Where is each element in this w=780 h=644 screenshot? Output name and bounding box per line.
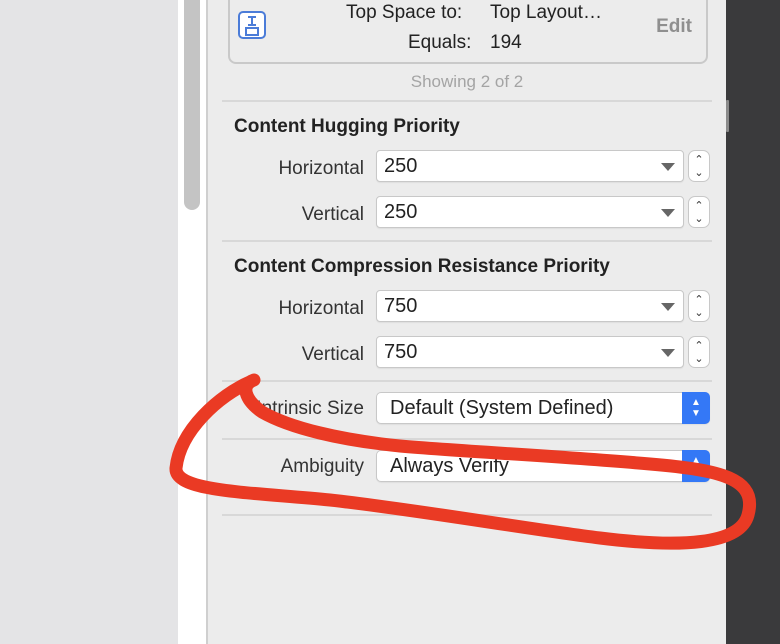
divider — [222, 438, 712, 440]
content-hugging-title: Content Hugging Priority — [234, 116, 460, 137]
hugging-vertical-label: Vertical — [301, 204, 364, 225]
compression-vertical-combo[interactable]: 750 — [376, 336, 684, 368]
top-space-value: Top Layout… — [490, 2, 602, 23]
divider — [222, 514, 712, 516]
stepper-up-icon[interactable]: ⌃ — [689, 294, 709, 306]
edit-button[interactable]: Edit — [656, 16, 692, 38]
top-space-label: Top Space to: — [346, 2, 463, 23]
constraint-item[interactable]: Top Space to: Top Layout… Equals: 194 Ed… — [228, 0, 708, 64]
navigator-pane — [0, 0, 178, 644]
intrinsic-size-label: Intrinsic Size — [256, 398, 364, 419]
stepper-down-icon[interactable]: ⌄ — [689, 167, 709, 179]
compression-vertical-value: 750 — [384, 341, 418, 363]
dropdown-caret-icon[interactable] — [661, 209, 675, 217]
hugging-vertical-combo[interactable]: 250 — [376, 196, 684, 228]
stepper-up-icon[interactable]: ⌃ — [689, 200, 709, 212]
dropdown-caret-icon[interactable] — [661, 349, 675, 357]
hugging-horizontal-stepper[interactable]: ⌃ ⌄ — [688, 150, 710, 182]
ambiguity-label: Ambiguity — [280, 456, 364, 477]
up-down-chevron-icon[interactable]: ▲ ▼ — [682, 392, 710, 424]
compression-vertical-stepper[interactable]: ⌃ ⌄ — [688, 336, 710, 368]
equals-label: Equals: — [408, 32, 472, 53]
size-inspector: Top Space to: Top Layout… Equals: 194 Ed… — [208, 0, 726, 644]
stepper-up-icon[interactable]: ⌃ — [689, 340, 709, 352]
stepper-down-icon[interactable]: ⌄ — [689, 213, 709, 225]
resize-handle[interactable] — [726, 100, 729, 132]
divider — [222, 380, 712, 382]
dropdown-caret-icon[interactable] — [661, 163, 675, 171]
ambiguity-popup[interactable]: Always Verify ▲ ▼ — [376, 450, 710, 482]
compression-horizontal-stepper[interactable]: ⌃ ⌄ — [688, 290, 710, 322]
compression-horizontal-combo[interactable]: 750 — [376, 290, 684, 322]
compression-horizontal-label: Horizontal — [278, 298, 364, 319]
scrollbar-thumb[interactable] — [184, 0, 200, 210]
hugging-vertical-stepper[interactable]: ⌃ ⌄ — [688, 196, 710, 228]
equals-value: 194 — [490, 32, 522, 53]
constraints-count: Showing 2 of 2 — [410, 72, 524, 91]
stepper-down-icon[interactable]: ⌄ — [689, 353, 709, 365]
divider — [222, 240, 712, 242]
hugging-horizontal-combo[interactable]: 250 — [376, 150, 684, 182]
divider — [222, 100, 712, 102]
dropdown-caret-icon[interactable] — [661, 303, 675, 311]
intrinsic-size-value: Default (System Defined) — [390, 397, 614, 419]
hugging-vertical-value: 250 — [384, 201, 418, 223]
ambiguity-value: Always Verify — [390, 455, 509, 477]
stepper-down-icon[interactable]: ⌄ — [689, 307, 709, 319]
compression-vertical-label: Vertical — [301, 344, 364, 365]
intrinsic-size-popup[interactable]: Default (System Defined) ▲ ▼ — [376, 392, 710, 424]
right-panel-edge — [726, 0, 780, 644]
compression-resistance-title: Content Compression Resistance Priority — [234, 256, 610, 277]
stepper-up-icon[interactable]: ⌃ — [689, 154, 709, 166]
hugging-horizontal-value: 250 — [384, 155, 418, 177]
vertical-spacing-constraint-icon — [238, 11, 266, 39]
compression-horizontal-value: 750 — [384, 295, 418, 317]
hugging-horizontal-label: Horizontal — [278, 158, 364, 179]
up-down-chevron-icon[interactable]: ▲ ▼ — [682, 450, 710, 482]
